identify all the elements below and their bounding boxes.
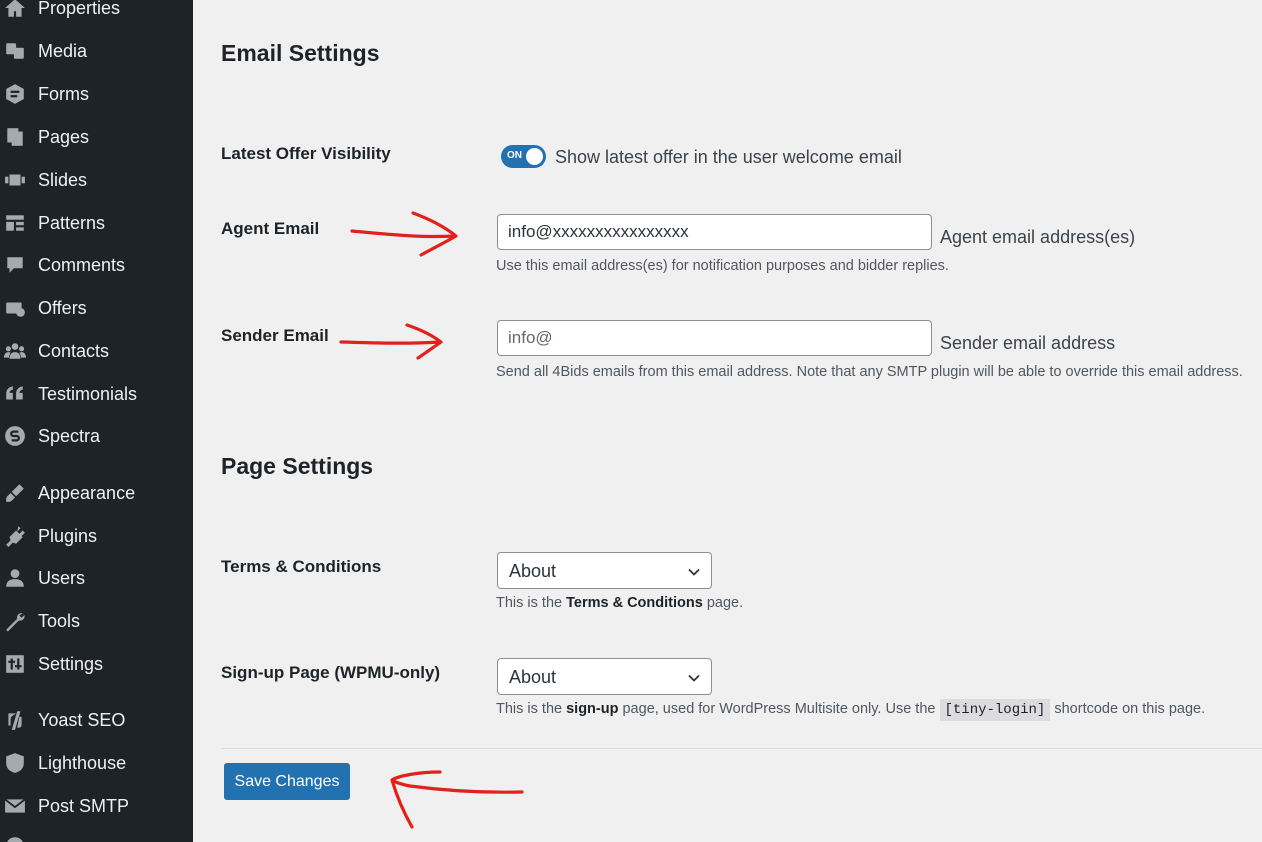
home-icon [3,0,27,18]
sidebar-item-partial[interactable] [0,828,193,842]
offers-icon [3,298,27,318]
signup-desc-text-end: shortcode on this page. [1054,701,1206,717]
terms-desc-bold: Terms & Conditions [566,595,703,611]
settings-main: Email Settings Latest Offer Visibility O… [193,0,1262,842]
signup-page-select[interactable]: About [497,658,712,695]
signup-label: Sign-up Page (WPMU-only) [221,663,441,682]
sidebar-item-label: Users [38,568,86,588]
form-divider [221,748,1262,749]
sidebar-item-offers[interactable]: Offers [0,290,193,326]
sender-email-label: Sender Email [221,326,329,345]
sidebar-item-contacts[interactable]: Contacts [0,333,193,369]
signup-selected-value: About [509,667,557,687]
quote-icon [3,384,27,404]
sidebar-item-post-smtp[interactable]: Post SMTP [0,788,193,824]
appearance-icon [3,483,27,503]
sidebar-item-label: Settings [38,654,104,674]
sidebar-item-label: Appearance [38,483,136,503]
terms-page-select[interactable]: About [497,552,712,589]
sidebar-item-forms[interactable]: Forms [0,76,193,112]
sidebar-item-label: Comments [38,255,126,275]
save-changes-button[interactable]: Save Changes [224,763,350,800]
agent-email-suffix: Agent email address(es) [940,227,1136,247]
sidebar-item-slides[interactable]: Slides [0,162,193,198]
terms-desc-text-end: page. [702,595,744,611]
sidebar-item-properties[interactable]: Properties [0,0,193,26]
sidebar-item-settings[interactable]: Settings [0,646,193,682]
email-settings-title: Email Settings [221,40,380,66]
sender-email-suffix: Sender email address [940,333,1116,353]
sidebar-item-label: Pages [38,127,90,147]
sidebar-item-label: Post SMTP [38,796,130,816]
signup-desc-bold: sign-up [566,701,619,717]
mail-icon [3,796,27,816]
forms-icon [3,84,27,104]
sidebar-item-label: Plugins [38,526,98,546]
sidebar-item-plugins[interactable]: Plugins [0,518,193,554]
sidebar-item-lighthouse[interactable]: Lighthouse [0,745,193,781]
sidebar-item-media[interactable]: Media [0,33,193,69]
sidebar-item-label: Spectra [38,426,101,446]
sidebar-item-tools[interactable]: Tools [0,603,193,639]
sidebar-item-appearance[interactable]: Appearance [0,475,193,511]
sender-email-input[interactable] [497,320,932,356]
sidebar-item-yoast-seo[interactable]: Yoast SEO [0,702,193,738]
offer-visibility-label: Latest Offer Visibility [221,144,391,163]
toggle-state-text: ON [507,150,522,161]
signup-description: This is the sign-up page, used for WordP… [496,699,1206,721]
patterns-icon [3,213,27,233]
sidebar-item-label: Offers [38,298,87,318]
sender-email-description: Send all 4Bids emails from this email ad… [496,364,1243,380]
shortcode-tag: [tiny-login] [939,699,1051,721]
comments-icon [3,255,27,275]
agent-email-label: Agent Email [221,219,320,238]
shield-icon [3,753,27,773]
users-icon [3,568,27,588]
sidebar-item-label: Media [38,41,88,61]
sidebar-item-comments[interactable]: Comments [0,247,193,283]
sidebar-item-label: Yoast SEO [38,710,126,730]
agent-email-input[interactable] [497,214,932,250]
slides-icon [3,170,27,190]
settings-icon [3,654,27,674]
terms-description: This is the Terms & Conditions page. [496,595,743,611]
circle-icon [3,836,27,842]
sidebar-item-pages[interactable]: Pages [0,119,193,155]
yoast-icon [3,710,27,730]
sidebar-item-patterns[interactable]: Patterns [0,205,193,241]
toggle-knob [526,148,543,165]
sidebar-item-label: Contacts [38,341,110,361]
tools-icon [3,611,27,632]
sidebar-item-testimonials[interactable]: Testimonials [0,376,193,412]
terms-label: Terms & Conditions [221,557,382,576]
contacts-icon [3,341,27,361]
terms-selected-value: About [509,561,557,581]
sidebar-item-spectra[interactable]: Spectra [0,418,193,454]
sidebar-item-label: Patterns [38,213,106,233]
chevron-down-icon [688,674,700,682]
admin-sidebar: Properties Media Forms Pages Slides Patt… [0,0,193,842]
sidebar-item-label: Testimonials [38,384,138,404]
agent-email-description: Use this email address(es) for notificat… [496,258,949,274]
page-settings-title: Page Settings [221,453,374,479]
chevron-down-icon [688,568,700,576]
pages-icon [3,127,27,147]
offer-visibility-text: Show latest offer in the user welcome em… [555,147,902,167]
terms-desc-text: This is the [496,595,567,611]
media-icon [3,41,27,61]
sidebar-item-users[interactable]: Users [0,560,193,596]
sidebar-item-label: Forms [38,84,89,104]
plugins-icon [3,526,27,547]
sidebar-item-label: Lighthouse [38,753,127,773]
sidebar-item-label: Slides [38,170,88,190]
signup-desc-text: This is the [496,701,567,717]
offer-visibility-toggle[interactable]: ON [501,145,546,168]
sidebar-item-label: Properties [38,0,121,18]
sidebar-item-label: Tools [38,611,81,631]
spectra-icon [3,426,27,446]
signup-desc-text-mid: page, used for WordPress Multisite only.… [618,701,940,717]
